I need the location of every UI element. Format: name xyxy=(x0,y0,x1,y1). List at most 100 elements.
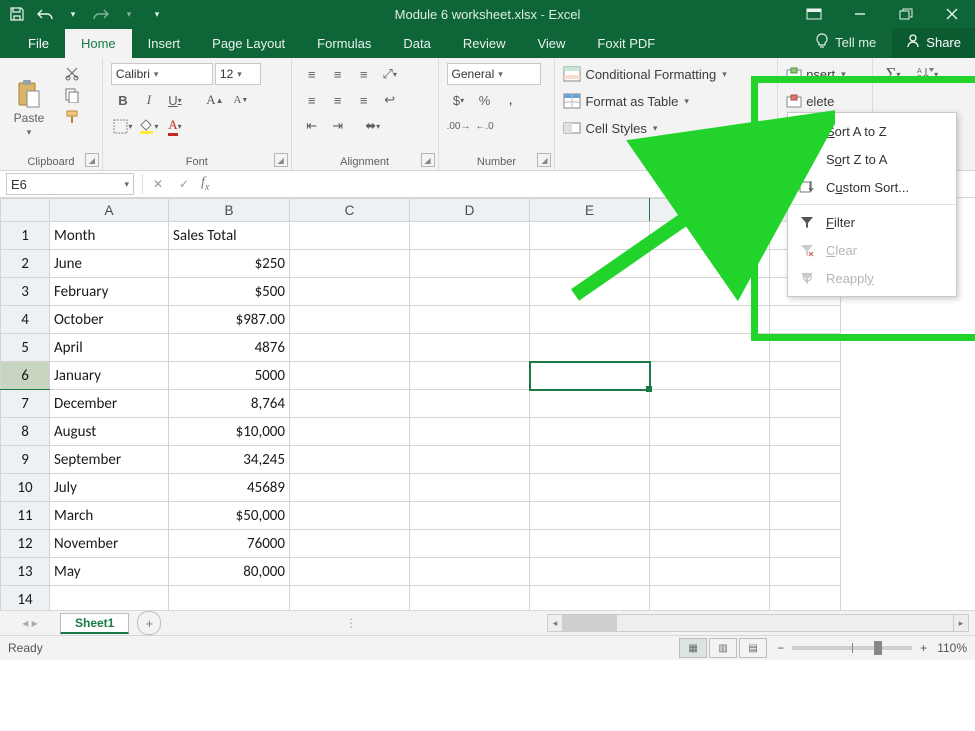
qat-customize-icon[interactable]: ▾ xyxy=(148,5,166,23)
cell[interactable] xyxy=(290,446,410,474)
paste-button[interactable]: Paste ▾ xyxy=(8,62,50,154)
cell[interactable] xyxy=(530,502,650,530)
number-format-dropdown[interactable]: General▾ xyxy=(447,63,541,85)
cell[interactable]: 34,245 xyxy=(169,446,290,474)
cell-styles-button[interactable]: Cell Styles▾ xyxy=(563,116,769,140)
cell[interactable] xyxy=(770,530,841,558)
cell[interactable] xyxy=(410,390,530,418)
cell[interactable] xyxy=(530,586,650,611)
cell[interactable] xyxy=(530,278,650,306)
add-sheet-button[interactable]: + xyxy=(137,611,161,635)
number-launcher-icon[interactable]: ◢ xyxy=(537,153,551,167)
enter-formula-icon[interactable]: ✓ xyxy=(171,173,197,195)
cell[interactable] xyxy=(770,558,841,586)
share-button[interactable]: Share xyxy=(892,27,975,58)
row-header[interactable]: 9 xyxy=(1,446,50,474)
cell[interactable] xyxy=(530,390,650,418)
cell[interactable] xyxy=(410,278,530,306)
cell[interactable] xyxy=(650,334,770,362)
scroll-right-icon[interactable]: ▸ xyxy=(953,615,968,631)
cell[interactable]: January xyxy=(50,362,169,390)
cell[interactable] xyxy=(290,278,410,306)
cells-insert-button[interactable]: nsert▾ xyxy=(786,62,864,86)
cell[interactable] xyxy=(410,474,530,502)
row-header[interactable]: 2 xyxy=(1,250,50,278)
cell[interactable] xyxy=(650,530,770,558)
cells-delete-button[interactable]: elete xyxy=(786,89,864,113)
row-header[interactable]: 8 xyxy=(1,418,50,446)
cell[interactable] xyxy=(530,474,650,502)
menu-custom-sort[interactable]: Custom Sort... xyxy=(788,173,956,201)
cell[interactable] xyxy=(530,558,650,586)
tab-insert[interactable]: Insert xyxy=(132,29,197,58)
cell[interactable]: 8,764 xyxy=(169,390,290,418)
page-break-view-icon[interactable]: ▤ xyxy=(739,638,767,658)
cell[interactable]: April xyxy=(50,334,169,362)
menu-filter[interactable]: Filter xyxy=(788,208,956,236)
tab-review[interactable]: Review xyxy=(447,29,522,58)
borders-icon[interactable]: ▾ xyxy=(111,115,135,137)
cell[interactable] xyxy=(650,278,770,306)
zoom-out-icon[interactable]: − xyxy=(777,641,784,655)
cell[interactable]: December xyxy=(50,390,169,418)
cell[interactable] xyxy=(410,586,530,611)
fill-color-icon[interactable]: ▾ xyxy=(137,115,161,137)
row-header[interactable]: 10 xyxy=(1,474,50,502)
tab-foxit-pdf[interactable]: Foxit PDF xyxy=(581,29,671,58)
row-header[interactable]: 11 xyxy=(1,502,50,530)
redo-dropdown-icon[interactable]: ▾ xyxy=(120,5,138,23)
cell[interactable] xyxy=(650,390,770,418)
row-header[interactable]: 6 xyxy=(1,362,50,390)
cell[interactable]: February xyxy=(50,278,169,306)
copy-icon[interactable] xyxy=(60,84,84,106)
cell[interactable]: 80,000 xyxy=(169,558,290,586)
increase-font-icon[interactable]: A▲ xyxy=(203,89,227,111)
autosum-icon[interactable]: Σ▾ xyxy=(881,63,905,85)
increase-decimal-icon[interactable]: .00→ xyxy=(447,115,471,137)
increase-indent-icon[interactable]: ⇥ xyxy=(326,115,350,137)
cell[interactable] xyxy=(650,446,770,474)
row-header[interactable]: 14 xyxy=(1,586,50,611)
cell[interactable] xyxy=(650,222,770,250)
cell[interactable] xyxy=(410,558,530,586)
cut-icon[interactable] xyxy=(60,62,84,84)
page-layout-view-icon[interactable]: ▥ xyxy=(709,638,737,658)
accounting-format-icon[interactable]: $▾ xyxy=(447,89,471,111)
menu-sort-a-to-z[interactable]: AZ Sort A to Z xyxy=(788,117,956,145)
cell[interactable]: $50,000 xyxy=(169,502,290,530)
cell[interactable]: 5000 xyxy=(169,362,290,390)
cell[interactable] xyxy=(290,306,410,334)
cell[interactable] xyxy=(530,530,650,558)
cell[interactable]: $987.00 xyxy=(169,306,290,334)
clipboard-launcher-icon[interactable]: ◢ xyxy=(85,153,99,167)
cell[interactable] xyxy=(169,586,290,611)
cell[interactable] xyxy=(410,446,530,474)
cell[interactable]: May xyxy=(50,558,169,586)
tell-me[interactable]: Tell me xyxy=(805,33,886,52)
name-box[interactable]: E6 ▾ xyxy=(6,173,134,195)
cell[interactable] xyxy=(410,530,530,558)
cell[interactable] xyxy=(770,334,841,362)
cell[interactable]: September xyxy=(50,446,169,474)
align-center-icon[interactable]: ≡ xyxy=(326,89,350,111)
underline-button[interactable]: U▾ xyxy=(163,89,187,111)
cell[interactable]: Sales Total xyxy=(169,222,290,250)
cell[interactable]: 45689 xyxy=(169,474,290,502)
cell[interactable] xyxy=(530,362,650,390)
cell[interactable]: Month xyxy=(50,222,169,250)
cell[interactable] xyxy=(290,530,410,558)
redo-icon[interactable] xyxy=(92,5,110,23)
decrease-decimal-icon[interactable]: ←.0 xyxy=(473,115,497,137)
zoom-level[interactable]: 110% xyxy=(937,641,967,655)
cell[interactable] xyxy=(650,502,770,530)
cell[interactable] xyxy=(410,362,530,390)
cell[interactable]: August xyxy=(50,418,169,446)
cell[interactable] xyxy=(650,586,770,611)
close-icon[interactable] xyxy=(929,0,975,28)
cell[interactable]: 4876 xyxy=(169,334,290,362)
cell[interactable] xyxy=(410,306,530,334)
align-top-icon[interactable]: ≡ xyxy=(300,63,324,85)
decrease-indent-icon[interactable]: ⇤ xyxy=(300,115,324,137)
ribbon-display-icon[interactable] xyxy=(791,0,837,28)
font-size-dropdown[interactable]: 12▾ xyxy=(215,63,261,85)
